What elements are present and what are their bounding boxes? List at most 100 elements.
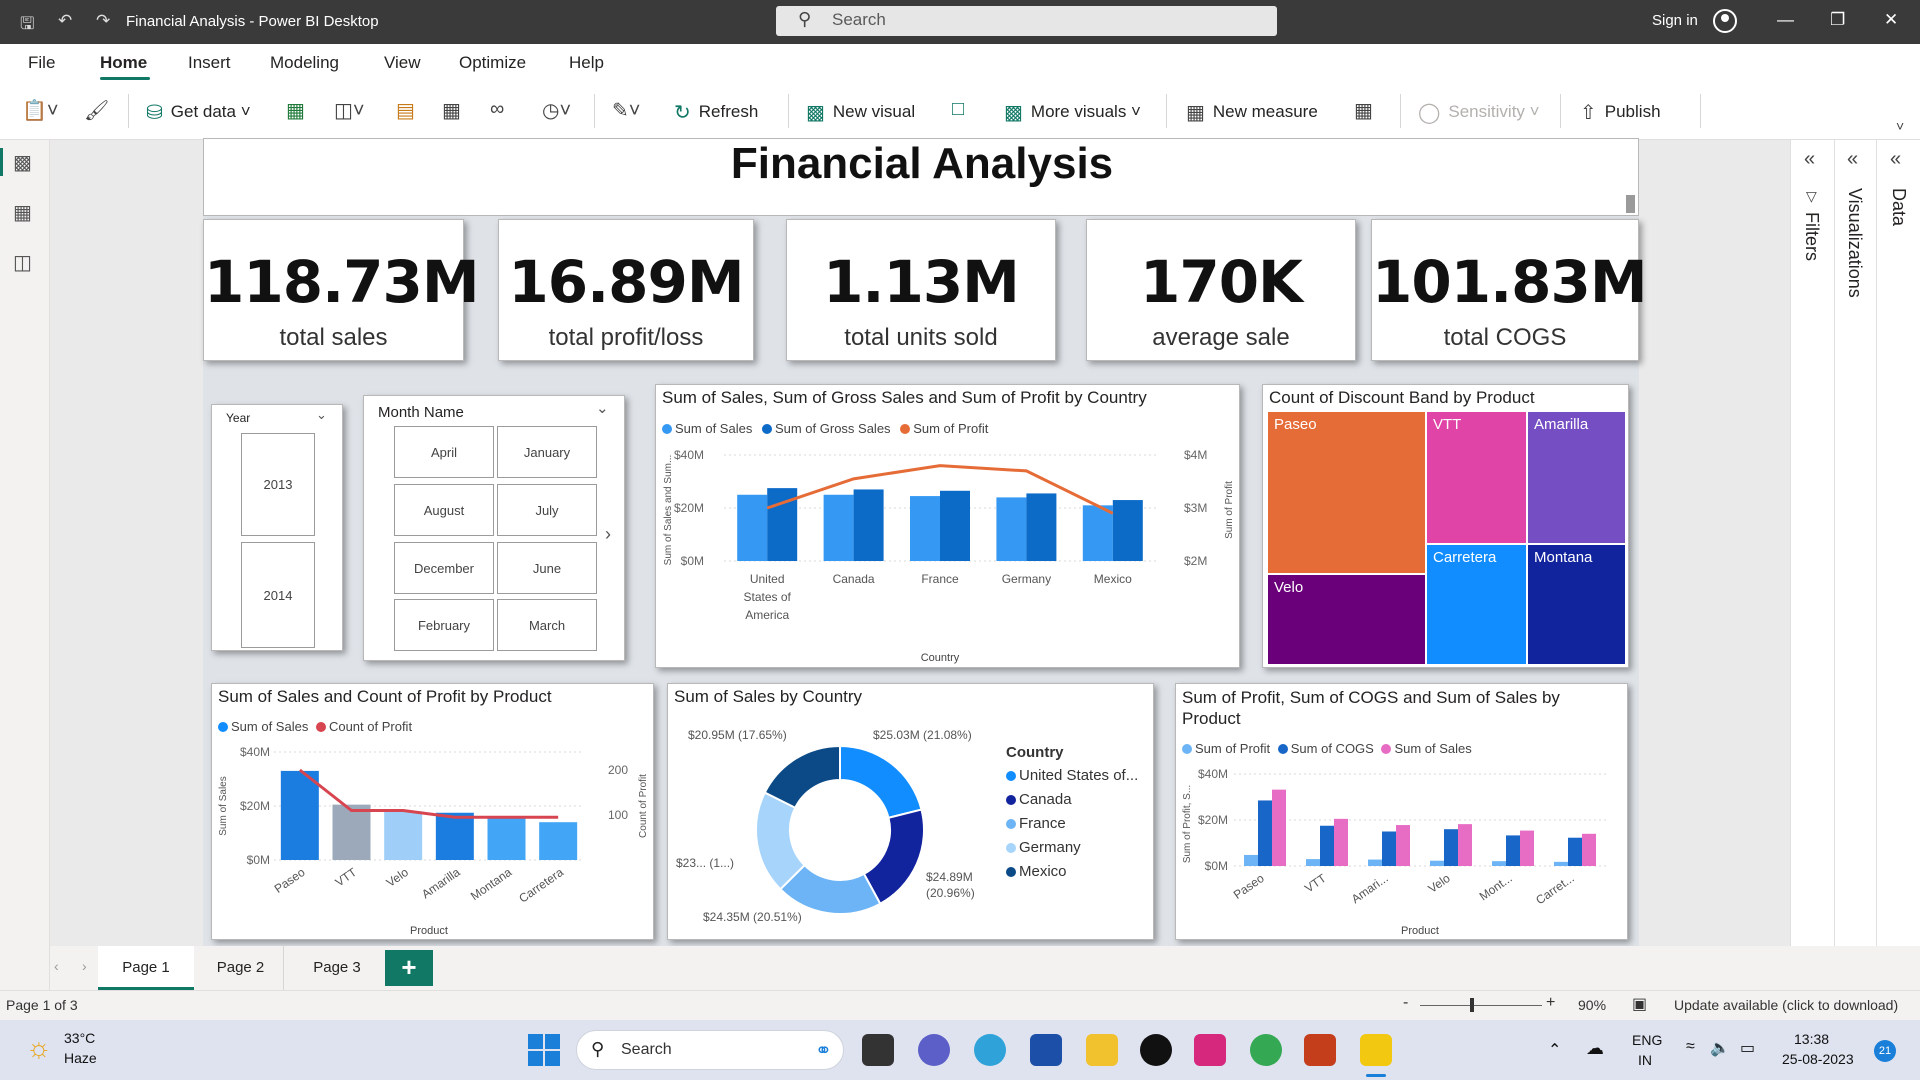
discount-band-treemap[interactable]: Count of Discount Band by Product Paseo … [1262,384,1629,668]
legend-item[interactable]: Germany [1006,839,1138,856]
menu-optimize[interactable]: Optimize [459,53,526,73]
product-profit-cogs-chart[interactable]: Sum of Profit, Sum of COGS and Sum of Sa… [1175,683,1628,940]
treemap-tile[interactable]: Carretera [1427,545,1526,664]
zoom-slider-thumb[interactable] [1470,998,1474,1012]
new-visual-button[interactable]: ▩ New visual [806,100,915,125]
ribbon-collapse-icon[interactable]: ˅ [1896,118,1904,134]
dataverse-icon[interactable]: ∞ [490,98,504,121]
save-icon[interactable]: 🖫 [20,11,34,40]
onedrive-cloud-icon[interactable]: ☁ [1586,1038,1604,1059]
month-option[interactable]: April [394,426,494,478]
month-option[interactable]: March [497,599,597,651]
more-visuals-button[interactable]: ▩ More visuals ˅ [1004,100,1141,125]
powerpoint-icon[interactable] [1304,1034,1336,1066]
kpi-card-total-units[interactable]: 1.13M total units sold [786,219,1056,361]
country-combo-chart[interactable]: Sum of Sales, Sum of Gross Sales and Sum… [655,384,1240,668]
refresh-button[interactable]: ↻ Refresh [674,100,758,125]
sql-server-icon[interactable]: ▤ [396,98,415,123]
legend-item[interactable]: Mexico [1006,863,1138,880]
tab-page-3[interactable]: Page 3 [290,946,384,990]
fit-to-page-icon[interactable]: ▣ [1632,994,1647,1014]
chrome-icon[interactable] [1250,1034,1282,1066]
power-bi-icon[interactable] [1360,1034,1392,1066]
language-code[interactable]: ENG [1632,1032,1662,1048]
legend-item[interactable]: France [1006,815,1138,832]
scroll-left-icon[interactable]: ‹ [54,958,59,974]
clock-time[interactable]: 13:38 [1794,1031,1829,1047]
paste-icon[interactable]: 📋˅ [22,98,59,123]
menu-help[interactable]: Help [569,53,604,73]
kpi-card-average-sale[interactable]: 170K average sale [1086,219,1356,361]
month-option[interactable]: August [394,484,494,536]
month-option[interactable]: July [497,484,597,536]
collapse-chevron-icon[interactable]: « [1847,148,1858,171]
zoom-out-icon[interactable]: - [1403,994,1408,1012]
weather-temperature[interactable]: 33°C [64,1030,95,1046]
add-page-button[interactable]: + [385,950,433,986]
minimize-icon[interactable]: — [1777,10,1794,30]
treemap-tile[interactable]: Velo [1268,575,1425,664]
kpi-card-total-profit[interactable]: 16.89M total profit/loss [498,219,754,361]
title-text-box[interactable]: Financial Analysis [203,138,1639,216]
legend-item[interactable]: Canada [1006,791,1138,808]
new-measure-button[interactable]: ▦ New measure [1186,100,1318,125]
zoom-in-icon[interactable]: + [1546,994,1555,1012]
enter-data-icon[interactable]: ▦ [442,98,461,123]
treemap-tile[interactable]: VTT [1427,412,1526,543]
dell-icon[interactable] [1140,1034,1172,1066]
transform-data-icon[interactable]: ✎˅ [612,98,640,123]
kpi-card-total-cogs[interactable]: 101.83M total COGS [1371,219,1648,361]
menu-modeling[interactable]: Modeling [270,53,339,73]
close-icon[interactable]: ✕ [1884,10,1898,30]
volume-muted-icon[interactable]: 🔈 [1710,1038,1730,1058]
store-icon[interactable] [1030,1034,1062,1066]
restore-icon[interactable]: ❐ [1830,10,1845,30]
data-pane[interactable]: « Data [1876,140,1920,946]
product-sales-combo-chart[interactable]: Sum of Sales and Count of Profit by Prod… [211,683,654,940]
kpi-card-total-sales[interactable]: 118.73M total sales [203,219,480,361]
menu-file[interactable]: File [28,53,55,73]
collapse-chevron-icon[interactable]: « [1890,148,1901,171]
quick-measure-icon[interactable]: ▦ [1354,98,1373,123]
month-option[interactable]: February [394,599,494,651]
excel-icon[interactable]: ▦ [286,98,305,123]
redo-icon[interactable]: ↷ [96,11,110,31]
year-option[interactable]: 2014 [241,542,315,648]
menu-view[interactable]: View [384,53,421,73]
title-scrollbar[interactable] [1626,195,1635,213]
next-page-chevron-icon[interactable]: › [605,524,611,545]
text-box-icon[interactable]: □ [952,98,964,121]
instagram-icon[interactable] [1194,1034,1226,1066]
update-available-link[interactable]: Update available (click to download) [1674,997,1898,1013]
file-explorer-icon[interactable] [1086,1034,1118,1066]
month-option[interactable]: December [394,542,494,594]
account-avatar-icon[interactable] [1713,9,1737,33]
format-painter-icon[interactable]: 🖌 [84,98,109,123]
filters-pane[interactable]: « ▽ Filters [1790,140,1834,946]
onelake-hub-icon[interactable]: ◫˅ [334,98,365,123]
taskbar-search-box[interactable]: ⚲ Search ⚭ [576,1030,844,1070]
zoom-level[interactable]: 90% [1578,997,1606,1013]
report-view-icon[interactable]: ▩ [13,150,32,175]
sales-by-country-donut[interactable]: Sum of Sales by Country $25.03M (21.08%)… [667,683,1154,940]
chat-icon[interactable] [918,1034,950,1066]
get-data-button[interactable]: ⛁ Get data ˅ [146,100,251,125]
battery-icon[interactable]: ▭ [1740,1038,1755,1058]
title-search-box[interactable]: ⚲ Search [776,6,1277,36]
edge-icon[interactable] [974,1034,1006,1066]
month-option[interactable]: June [497,542,597,594]
tab-page-1[interactable]: Page 1 [98,946,194,990]
treemap-tile[interactable]: Amarilla [1528,412,1625,543]
visualizations-pane[interactable]: « Visualizations [1834,140,1876,946]
windows-start-icon[interactable] [528,1034,560,1066]
wifi-icon[interactable]: ≈ [1686,1038,1695,1056]
model-view-icon[interactable]: ◫ [13,250,32,275]
table-view-icon[interactable]: ▦ [13,200,32,225]
zoom-slider-track[interactable] [1420,1005,1542,1006]
chevron-down-icon[interactable]: ⌄ [316,407,327,423]
tray-overflow-chevron-icon[interactable]: ⌃ [1548,1040,1561,1060]
treemap-tile[interactable]: Montana [1528,545,1625,664]
legend-item[interactable]: United States of... [1006,767,1138,784]
notification-badge[interactable]: 21 [1874,1040,1896,1062]
publish-button[interactable]: ⇧ Publish [1580,100,1661,125]
